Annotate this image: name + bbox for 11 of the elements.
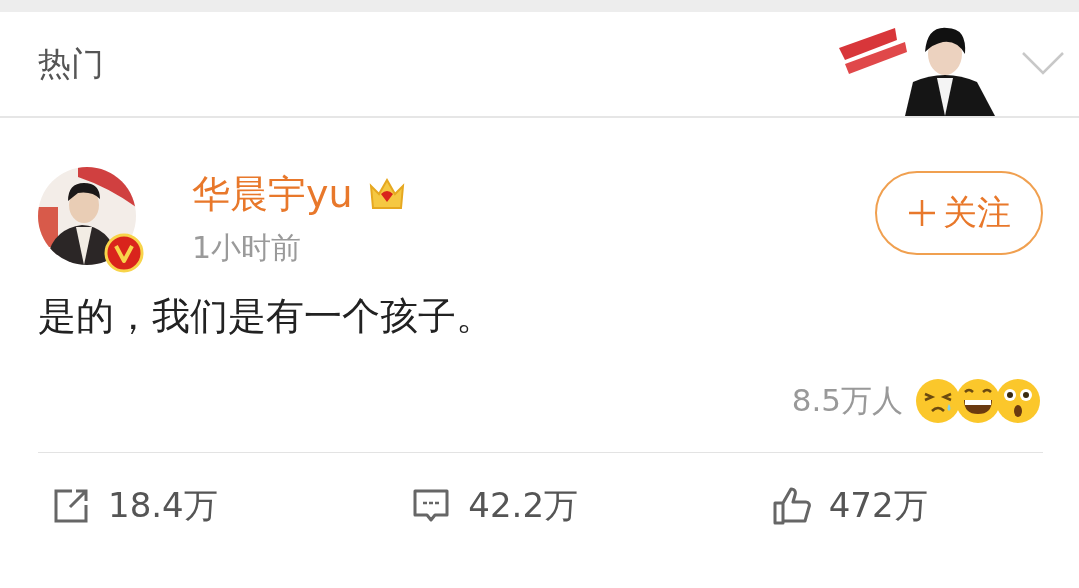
post-text: 是的，我们是有一个孩子。: [38, 293, 495, 340]
post-time: 1小时前: [192, 229, 303, 267]
action-count[interactable]: 42.2万: [468, 483, 579, 529]
laughing-face-icon[interactable]: [955, 378, 1001, 424]
surprised-face-icon[interactable]: [995, 378, 1041, 424]
verified-badge-icon: [104, 233, 144, 273]
action-count[interactable]: 472万: [828, 483, 928, 529]
plus-icon: [907, 198, 937, 228]
crying-face-icon[interactable]: [915, 378, 961, 424]
tab-title: 热门: [38, 42, 105, 85]
action-count[interactable]: 18.4万: [108, 483, 218, 529]
